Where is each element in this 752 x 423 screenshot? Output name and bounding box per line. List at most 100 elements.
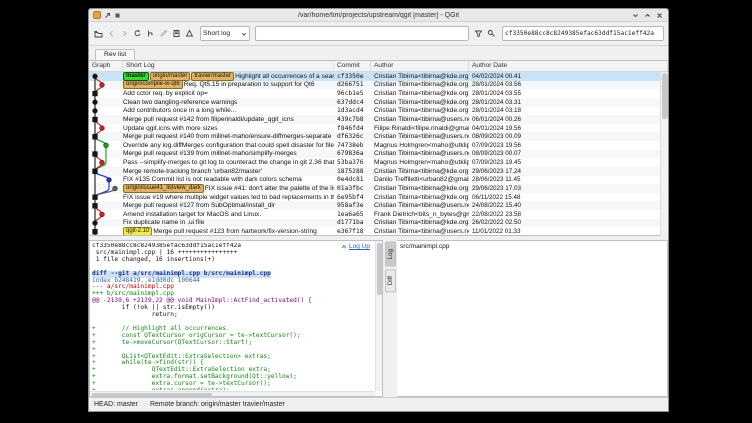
commit-date: 07/09/2023 19.56	[469, 141, 668, 150]
commit-date: 08/09/2023 00.07	[469, 150, 668, 159]
commit-author: Cristian Tibirna<tibirna@users.nor...	[371, 115, 469, 124]
column-header-author[interactable]: Author	[371, 61, 469, 71]
commit-author: Cristian Tibirna<tibirna@kde.org>	[371, 107, 469, 116]
commit-author: Cristian Tibirna<tibirna@kde.org>	[371, 89, 469, 98]
commit-hash: 53ba376	[334, 158, 371, 167]
revlist-row[interactable]: Fix duplicate name in .ui filed1771baCri…	[89, 219, 668, 228]
revlist-row[interactable]: Clean two dangling-reference warnings637…	[89, 98, 668, 107]
diff-line: + te->moveCursor(QTextCursor::Start);	[92, 340, 374, 347]
shortlog-cell: FIX #135 Commit list is not readable wit…	[123, 176, 334, 185]
search-icons	[473, 27, 497, 41]
diff-line: + extras.append(extra);	[92, 388, 374, 390]
rev-list-scrollbar[interactable]	[660, 72, 668, 236]
commit-author: Cristian Tibirna<tibirna@users.nor...	[371, 201, 469, 210]
reload-icon[interactable]	[132, 27, 143, 41]
warning-icon[interactable]	[184, 27, 195, 41]
revlist-row[interactable]: Merge pull request #140 from millnet-mah…	[89, 132, 668, 141]
commit-author: Cristian Tibirna<tibirna@users.nor...	[371, 132, 469, 141]
commit-subject: FIX issue #19 where multiple widget valu…	[123, 194, 334, 201]
column-header-commit[interactable]: Commit	[334, 61, 371, 71]
commit-subject: Merge pull request #142 from filiperinal…	[123, 116, 294, 123]
revlist-row[interactable]: Add contributors once in a long while...…	[89, 107, 668, 116]
revlist-row[interactable]: origin/issue41_listview_darkFIX issue #4…	[89, 184, 668, 193]
scrollbar-thumb[interactable]	[662, 73, 668, 119]
shortlog-cell: origin/compile-w-qt6Req. Qt5.15 in prepa…	[123, 81, 334, 90]
column-header-short-log[interactable]: Short Log	[123, 61, 334, 71]
revlist-row[interactable]: Amend installation target for MacOS and …	[89, 210, 668, 219]
qgit-window: /var/home/tim/projects/upstream/qgit [ma…	[88, 8, 669, 412]
revlist-row[interactable]: Add cctor req. by explicit op=96cb1e5Cri…	[89, 89, 668, 98]
scrollbar-thumb[interactable]	[92, 393, 212, 396]
revlist-row[interactable]: Merge pull request #127 from SubOptimal/…	[89, 201, 668, 210]
sha-input[interactable]	[502, 26, 664, 41]
back-icon[interactable]	[106, 27, 117, 41]
file-list-item[interactable]: src/mainimpl.cpp	[400, 243, 664, 250]
shortlog-cell: Merge remote-tracking branch 'urban82/ma…	[123, 167, 334, 176]
patch-icon[interactable]	[171, 27, 182, 41]
graph-cell	[89, 227, 123, 235]
magnifier-icon[interactable]	[486, 27, 497, 41]
shortlog-cell: Add contributors once in a long while...	[123, 107, 334, 116]
window-title: /var/home/tim/projects/upstream/qgit [ma…	[159, 12, 598, 19]
log-up-label[interactable]: Log Up	[349, 243, 370, 250]
graph-cell	[89, 158, 123, 167]
graph-cell	[89, 124, 123, 133]
commit-hash: 0e4dc81	[334, 176, 371, 185]
diff-vscrollbar[interactable]	[375, 241, 382, 391]
pin-icon[interactable]	[104, 12, 111, 19]
log-up-link[interactable]: Log Up	[341, 243, 370, 250]
view-mode-value: Short log	[203, 30, 230, 37]
tab-rev-list[interactable]: Rev list	[95, 49, 135, 60]
revlist-row[interactable]: Merge pull request #142 from filiperinal…	[89, 115, 668, 124]
revlist-row[interactable]: Update qgit.icns with more sizes f846fd4F…	[89, 124, 668, 133]
column-header-graph[interactable]: Graph	[89, 61, 123, 71]
commit-hash: 679836a	[334, 150, 371, 159]
commit-subject: Update qgit.icns with more sizes	[123, 125, 218, 132]
commit-subject: Req. Qt5.15 in preparation to support fo…	[184, 81, 315, 88]
commit-hash: f846fd4	[334, 124, 371, 133]
edit-icon[interactable]	[158, 27, 169, 41]
shortlog-cell: origin/issue41_listview_darkFIX issue #4…	[123, 184, 334, 193]
revlist-row[interactable]: FIX #135 Commit list is not readable wit…	[89, 176, 668, 185]
graph-cell	[89, 201, 123, 210]
commit-author: Magnus Holmgren<maho@utklipp...	[371, 141, 469, 150]
column-header-author-date[interactable]: Author Date	[469, 61, 668, 71]
revlist-row[interactable]: Merge remote-tracking branch 'urban82/ma…	[89, 167, 668, 176]
ref-badge-branch: origin/master	[150, 72, 191, 81]
ref-badge-tag: qgit-2.10	[123, 227, 152, 235]
filter-funnel-icon[interactable]	[473, 27, 484, 41]
commit-author: Cristian Tibirna<tibirna@kde.org>	[371, 219, 469, 228]
diff-text: cf3350e88cc8c8249385efac63ddf15ac1eff42a…	[92, 243, 374, 390]
file-list-pane[interactable]: src/mainimpl.cpp	[397, 240, 668, 397]
revlist-row[interactable]: Pass --simplify-merges to git log to cou…	[89, 158, 668, 167]
revlist-row[interactable]: qgit-2.10Merge pull request #123 from ha…	[89, 227, 668, 235]
commit-subject: Merge pull request #123 from hartwork/fi…	[153, 228, 316, 235]
commit-hash: 439c7b8	[334, 115, 371, 124]
scrollbar-thumb[interactable]	[377, 243, 382, 295]
revlist-row[interactable]: masterorigin/mastertravier/masterHighlig…	[89, 72, 668, 81]
revlist-row[interactable]: Override any log.diffMerges configuratio…	[89, 141, 668, 150]
diff-hscrollbar[interactable]	[90, 391, 375, 396]
commit-subject: Merge pull request #127 from SubOptimal/…	[123, 202, 275, 209]
revlist-row[interactable]: Merge pull request #139 from millnet-mah…	[89, 150, 668, 159]
minimize-icon[interactable]	[632, 12, 639, 19]
open-folder-icon[interactable]	[93, 27, 104, 41]
diff-pane[interactable]: cf3350e88cc8c8249385efac63ddf15ac1eff42a…	[89, 240, 383, 397]
tab-log[interactable]: Log	[385, 242, 396, 267]
revlist-row[interactable]: FIX issue #19 where multiple widget valu…	[89, 193, 668, 202]
commit-hash: 96cb1e5	[334, 89, 371, 98]
close-icon[interactable]	[656, 12, 663, 19]
rev-list: GraphShort LogCommitAuthorAuthor Date ma…	[89, 60, 668, 236]
menu-icon[interactable]	[114, 12, 121, 19]
tab-diff[interactable]: Diff	[385, 269, 396, 292]
view-mode-select[interactable]: Short log	[200, 26, 250, 41]
graph-cell	[89, 150, 123, 159]
commit-author: Filipe Rinaldi<filipe.rinaldi@gmail.c...	[371, 124, 469, 133]
revlist-row[interactable]: origin/compile-w-qt6Req. Qt5.15 in prepa…	[89, 81, 668, 90]
titlebar[interactable]: /var/home/tim/projects/upstream/qgit [ma…	[89, 9, 668, 22]
tree-icon[interactable]	[145, 27, 156, 41]
status-bar: HEAD: master Remote branch: origin/maste…	[89, 397, 668, 411]
filter-input[interactable]	[255, 26, 469, 41]
forward-icon[interactable]	[119, 27, 130, 41]
maximize-icon[interactable]	[644, 12, 651, 19]
